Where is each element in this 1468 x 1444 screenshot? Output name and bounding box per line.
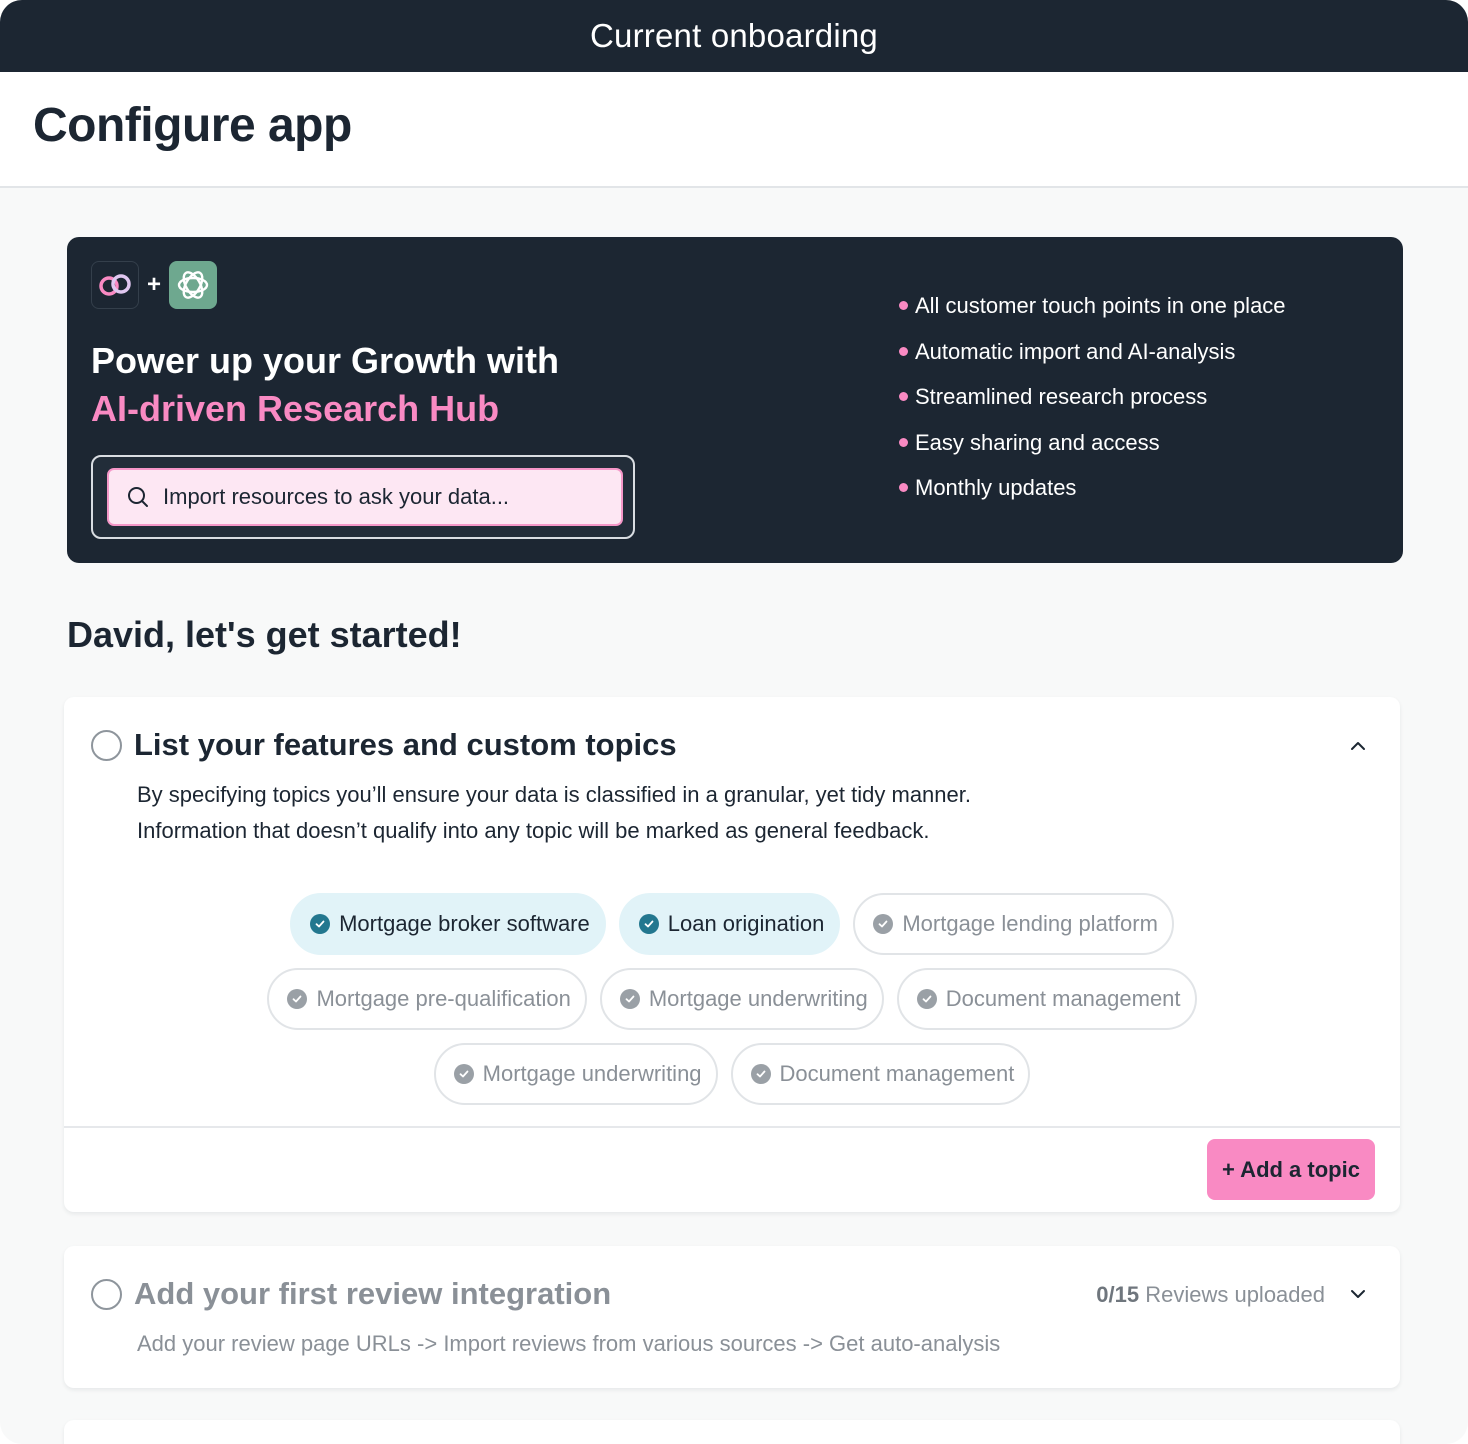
step-title: Add your first review integration: [134, 1276, 612, 1311]
hero-title-line2: AI-driven Research Hub: [91, 388, 500, 429]
check-circle-icon: [453, 1064, 474, 1084]
topic-chip[interactable]: Mortgage broker software: [290, 893, 606, 955]
feature-text: Automatic import and AI-analysis: [915, 338, 1236, 364]
check-circle-icon: [638, 914, 659, 934]
topic-chip-label: Mortgage lending platform: [902, 911, 1158, 936]
topic-chip-label: Mortgage pre-qualification: [316, 986, 571, 1011]
bullet-dot-icon: [899, 483, 908, 492]
top-bar-title: Current onboarding: [590, 17, 878, 54]
onboarding-window: Current onboarding Configure app + Power…: [0, 0, 1468, 1444]
greeting-heading: David, let's get started!: [67, 614, 462, 655]
reviews-progress: 0/15 Reviews uploaded: [1096, 1282, 1325, 1308]
plus-icon: +: [147, 271, 162, 298]
step-description-line: Information that doesn’t qualify into an…: [137, 818, 930, 843]
chevron-down-icon[interactable]: [1350, 1286, 1366, 1302]
hero-banner: + Power up your Growth with AI-driven Re…: [67, 237, 1403, 563]
check-circle-icon: [287, 989, 308, 1009]
step-status-radio[interactable]: [91, 1279, 122, 1310]
feature-item: Easy sharing and access: [899, 430, 1286, 476]
reviews-progress-count: 0/15: [1096, 1282, 1140, 1307]
topic-chip-label: Mortgage underwriting: [648, 986, 868, 1011]
step-status-radio[interactable]: [91, 730, 122, 761]
step-description: By specifying topics you’ll ensure your …: [137, 777, 971, 849]
hero-title: Power up your Growth with AI-driven Rese…: [91, 337, 559, 433]
search-placeholder: Import resources to ask your data...: [163, 484, 510, 509]
bullet-dot-icon: [899, 392, 908, 401]
topic-chip-label: Loan origination: [667, 911, 825, 936]
feature-text: All customer touch points in one place: [915, 293, 1286, 318]
feature-list: All customer touch points in one place A…: [899, 293, 1286, 521]
step-description: Add your review page URLs -> Import revi…: [137, 1331, 1001, 1356]
bullet-dot-icon: [899, 346, 908, 356]
topic-chip[interactable]: Mortgage underwriting: [433, 1043, 718, 1105]
feature-text: Streamlined research process: [915, 384, 1208, 409]
topic-chip[interactable]: Document management: [730, 1043, 1031, 1105]
topic-chip-list: Mortgage broker software Loan originatio…: [64, 893, 1400, 1118]
check-circle-icon: [750, 1064, 771, 1084]
feature-text: Monthly updates: [915, 475, 1077, 500]
topic-chip[interactable]: Mortgage lending platform: [853, 893, 1174, 955]
page-header: Configure app: [0, 72, 1468, 188]
step-card-topics: List your features and custom topics By …: [64, 697, 1400, 1212]
feature-item: Automatic import and AI-analysis: [899, 339, 1286, 385]
import-search-input[interactable]: Import resources to ask your data...: [107, 468, 623, 526]
step-card-next[interactable]: [64, 1420, 1400, 1444]
topic-chip-label: Mortgage broker software: [339, 911, 590, 936]
reviews-progress-label: Reviews uploaded: [1145, 1282, 1325, 1307]
step-title: List your features and custom topics: [134, 727, 677, 762]
bullet-dot-icon: [899, 437, 908, 447]
app-logo-icon: [91, 261, 139, 309]
feature-item: Monthly updates: [899, 475, 1286, 521]
page-title: Configure app: [33, 99, 352, 152]
feature-item: All customer touch points in one place: [899, 293, 1286, 339]
step-card-review-integration[interactable]: Add your first review integration 0/15 R…: [64, 1246, 1400, 1388]
top-bar: Current onboarding: [0, 0, 1468, 72]
logo-group: +: [91, 261, 218, 309]
search-icon: [128, 487, 148, 507]
feature-item: Streamlined research process: [899, 384, 1286, 430]
topic-chip[interactable]: Document management: [896, 968, 1197, 1030]
step-description-line: By specifying topics you’ll ensure your …: [137, 782, 971, 807]
check-circle-icon: [619, 989, 640, 1009]
card-divider: [64, 1126, 1400, 1128]
check-circle-icon: [916, 989, 937, 1009]
topic-chip-label: Document management: [779, 1061, 1015, 1086]
chevron-up-icon[interactable]: [1350, 738, 1366, 754]
topic-chip-label: Document management: [945, 986, 1181, 1011]
feature-text: Easy sharing and access: [915, 429, 1160, 455]
hero-title-line1: Power up your Growth with: [91, 340, 559, 381]
bullet-dot-icon: [899, 301, 908, 310]
topic-chip-label: Mortgage underwriting: [482, 1061, 702, 1086]
check-circle-icon: [310, 914, 331, 934]
check-circle-icon: [873, 914, 894, 934]
topic-chip[interactable]: Loan origination: [618, 893, 841, 955]
search-frame: Import resources to ask your data...: [91, 455, 635, 539]
topic-chip[interactable]: Mortgage underwriting: [599, 968, 884, 1030]
ai-logo-icon: [169, 261, 218, 309]
add-topic-button[interactable]: + Add a topic: [1207, 1139, 1375, 1200]
topic-chip[interactable]: Mortgage pre-qualification: [267, 968, 587, 1030]
